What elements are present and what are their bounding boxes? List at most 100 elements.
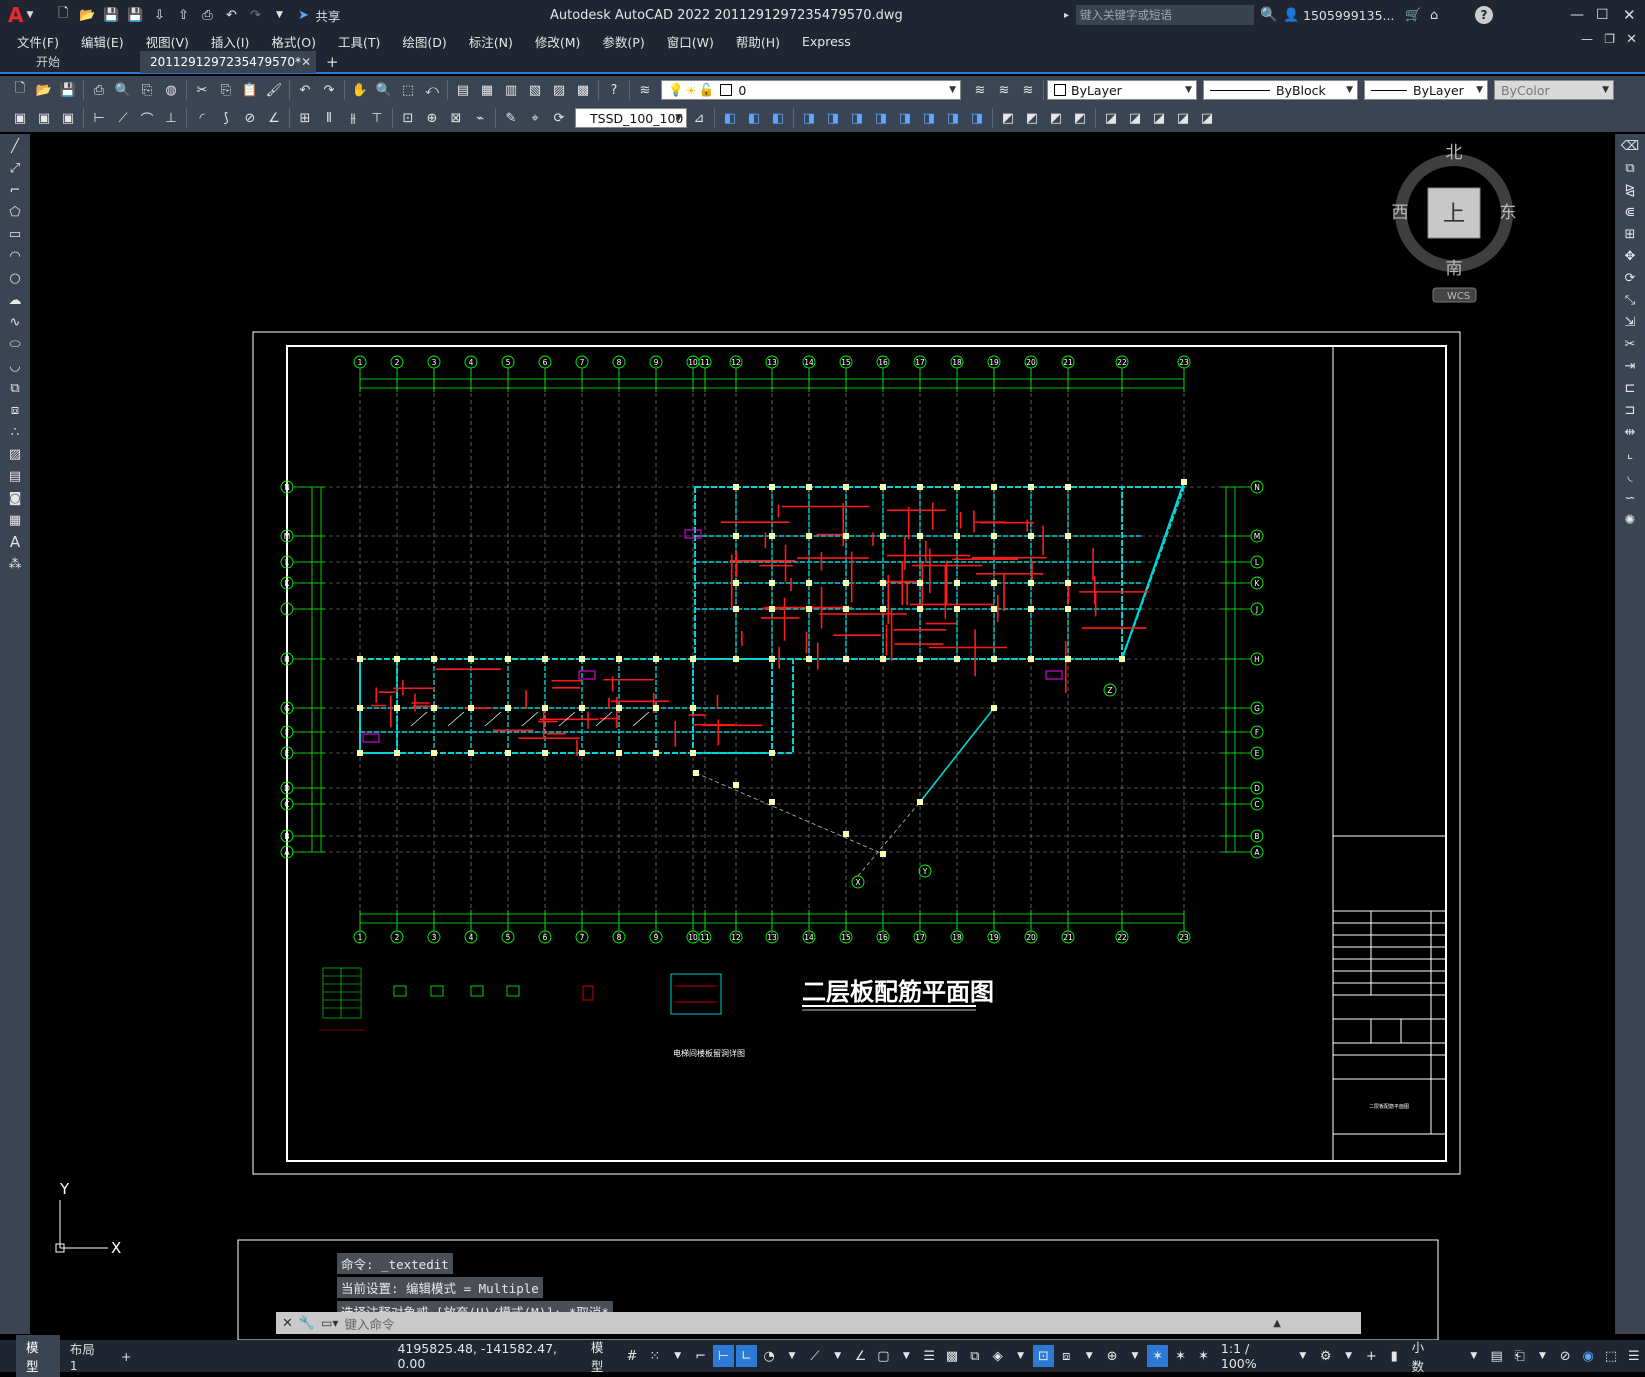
rotate-icon[interactable]: ⟳	[1619, 268, 1641, 288]
drawing-canvas[interactable]: 二层板配筋平面图 1 1 2 2 3 3 4 4 5 5 6 6 7 7 8 8 9 9 10 10 11 11 12 12 1…	[31, 134, 1614, 1342]
jogged-dim-icon[interactable]: ⟆	[215, 107, 237, 129]
new-file-icon[interactable]: 🗋	[52, 4, 74, 26]
table-icon[interactable]: ▦	[4, 510, 26, 530]
doc-close-button[interactable]: ✕	[1626, 32, 1637, 47]
menu-item[interactable]: Express	[791, 34, 862, 49]
new-tab-button[interactable]: +	[326, 53, 339, 71]
dim-text-edit-icon[interactable]: ⌖	[524, 107, 546, 129]
open-icon[interactable]: 📂	[33, 79, 55, 101]
linetype-select[interactable]: ByBlock ▼	[1203, 80, 1358, 100]
3d-osnap-chevron-icon[interactable]: ▼	[1010, 1345, 1031, 1367]
tssd-blue-tool-icon[interactable]: ◧	[719, 107, 741, 129]
tssd-blue-tool-icon[interactable]: ◨	[798, 107, 820, 129]
wcs-menu[interactable]: WCS	[1447, 291, 1470, 302]
dynamic-ucs-icon[interactable]: ⊡	[1033, 1345, 1054, 1367]
make-current-icon[interactable]: ≋	[969, 79, 991, 101]
layer-states-icon[interactable]: ≋	[1017, 79, 1039, 101]
snap-icon[interactable]: ⁙	[644, 1345, 665, 1367]
dynamic-input-icon[interactable]: ⊢	[713, 1345, 734, 1367]
zoom-realtime-icon[interactable]: 🔍	[373, 79, 395, 101]
explode-icon[interactable]: ✺	[1619, 510, 1641, 530]
help-icon[interactable]: ?	[603, 79, 625, 101]
circle-icon[interactable]: ○	[4, 268, 26, 288]
point-icon[interactable]: ∴	[4, 422, 26, 442]
ellipse-arc-icon[interactable]: ◡	[4, 356, 26, 376]
close-button[interactable]: ✕	[1623, 6, 1636, 24]
undo-icon[interactable]: ↶	[220, 4, 242, 26]
snap-chevron-icon[interactable]: ▼	[667, 1345, 688, 1367]
mtext-icon[interactable]: A	[4, 532, 26, 552]
viewcube-north[interactable]: 北	[1446, 143, 1463, 163]
arc-icon[interactable]: ◠	[4, 246, 26, 266]
minimize-button[interactable]: —	[1570, 7, 1584, 23]
menu-item[interactable]: 文件(F)	[6, 32, 70, 51]
search-icon[interactable]: 🔍	[1260, 7, 1277, 23]
lock-ui-icon[interactable]: ⎗	[1509, 1345, 1530, 1367]
paste-icon[interactable]: 📋	[239, 79, 261, 101]
lineweight-select[interactable]: ByLayer ▼	[1364, 80, 1488, 100]
dimstyle-icon[interactable]: ⊿	[688, 107, 710, 129]
spline-icon[interactable]: ∿	[4, 312, 26, 332]
array-icon[interactable]: ⊞	[1619, 224, 1641, 244]
color-select[interactable]: ByLayer ▼	[1047, 80, 1197, 100]
tab-active-drawing[interactable]: 2011291297235479570* ✕	[140, 51, 316, 73]
save-icon[interactable]: 💾	[100, 4, 122, 26]
tssd-blue-tool-icon[interactable]: ◨	[870, 107, 892, 129]
menu-item[interactable]: 视图(V)	[135, 32, 200, 51]
tssd-blue-tool-icon[interactable]: ◨	[822, 107, 844, 129]
tssd-tool-icon[interactable]: ◩	[997, 107, 1019, 129]
command-input[interactable]: 键入命令	[344, 1314, 1273, 1333]
diameter-dim-icon[interactable]: ⊘	[239, 107, 261, 129]
selection-cycling-icon[interactable]: ⧉	[964, 1345, 985, 1367]
tssd-tool-icon[interactable]: ◪	[1172, 107, 1194, 129]
break-point-icon[interactable]: ⊏	[1619, 378, 1641, 398]
qnew-icon[interactable]: 🗋	[9, 79, 31, 101]
sheet-set-icon[interactable]: ▧	[524, 79, 546, 101]
undo-icon[interactable]: ↶	[294, 79, 316, 101]
radius-dim-icon[interactable]: ◜	[191, 107, 213, 129]
save-as-icon[interactable]: 💾	[124, 4, 146, 26]
viewcube-west[interactable]: 西	[1392, 203, 1409, 223]
tab-close-icon[interactable]: ✕	[301, 51, 311, 73]
isodraft-icon[interactable]: ⟋	[804, 1345, 825, 1367]
markup-icon[interactable]: ▨	[548, 79, 570, 101]
polar-icon[interactable]: ◔	[759, 1345, 780, 1367]
gizmo-chevron-icon[interactable]: ▼	[1124, 1345, 1145, 1367]
tssd-tool-icon[interactable]: ▣	[9, 107, 31, 129]
tssd-tool-icon[interactable]: ◩	[1045, 107, 1067, 129]
blend-icon[interactable]: ∽	[1619, 488, 1641, 508]
import-icon[interactable]: ⇩	[148, 4, 170, 26]
3d-osnap-icon[interactable]: ◈	[987, 1345, 1008, 1367]
clean-screen-icon[interactable]: ⬚	[1601, 1345, 1622, 1367]
menu-item[interactable]: 帮助(H)	[725, 32, 791, 51]
maximize-button[interactable]: ☐	[1596, 7, 1609, 23]
properties-icon[interactable]: ▤	[452, 79, 474, 101]
annotation-scale-icon[interactable]: ✶	[1193, 1345, 1214, 1367]
units-chevron-icon[interactable]: ▼	[1463, 1345, 1484, 1367]
print-icon[interactable]: ⎙	[196, 4, 218, 26]
redo-icon[interactable]: ↷	[318, 79, 340, 101]
user-account[interactable]: 1505999135...	[1303, 8, 1394, 23]
tssd-blue-tool-icon[interactable]: ◨	[894, 107, 916, 129]
user-icon[interactable]: 👤	[1283, 8, 1299, 23]
quick-dim-icon[interactable]: ⊞	[294, 107, 316, 129]
jogged-linear-icon[interactable]: ⌁	[469, 107, 491, 129]
publish-icon[interactable]: ⎘	[136, 79, 158, 101]
design-center-icon[interactable]: ▦	[476, 79, 498, 101]
save-icon[interactable]: 💾	[57, 79, 79, 101]
linear-dim-icon[interactable]: ⊢	[88, 107, 110, 129]
menu-item[interactable]: 格式(O)	[260, 32, 327, 51]
3d-dwf-icon[interactable]: ◍	[160, 79, 182, 101]
stretch-icon[interactable]: ⇲	[1619, 312, 1641, 332]
tssd-tool-icon[interactable]: ◪	[1100, 107, 1122, 129]
customization-icon[interactable]: ☰	[1623, 1345, 1644, 1367]
rectangle-icon[interactable]: ▭	[4, 224, 26, 244]
coordinates-readout[interactable]: 4195825.48, -141582.47, 0.00	[391, 1341, 584, 1371]
isolate-objects-icon[interactable]: ⊘	[1555, 1345, 1576, 1367]
app-menu-chevron-icon[interactable]: ▼	[26, 10, 33, 20]
offset-icon[interactable]: ⋐	[1619, 202, 1641, 222]
ordinate-dim-icon[interactable]: ⊥	[160, 107, 182, 129]
viewcube-south[interactable]: 南	[1446, 259, 1463, 279]
command-close-icon[interactable]: ✕	[282, 1316, 293, 1331]
menu-item[interactable]: 窗口(W)	[656, 32, 725, 51]
